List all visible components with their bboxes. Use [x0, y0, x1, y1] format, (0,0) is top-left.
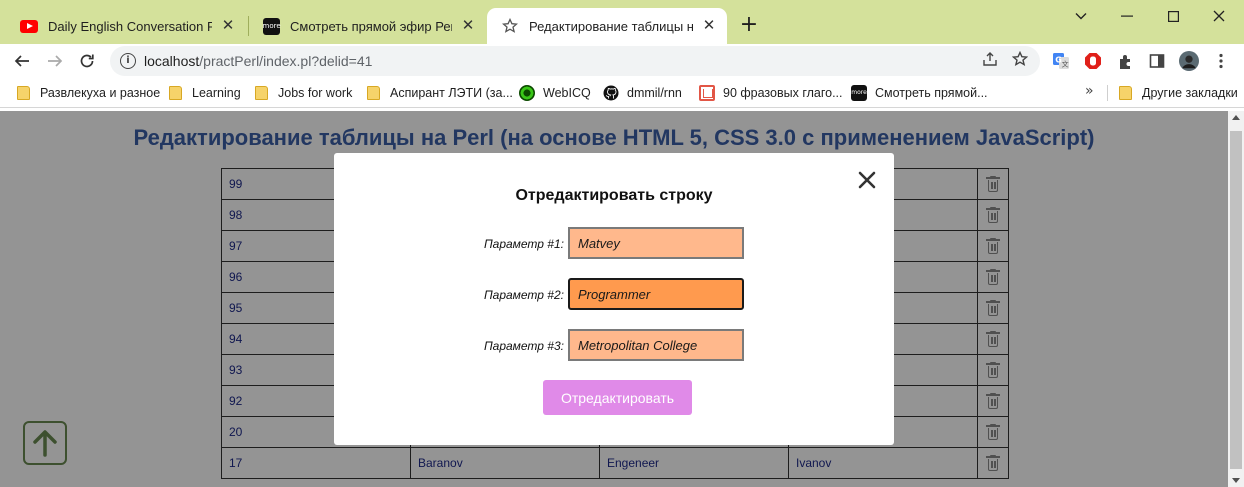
tab-active-perl[interactable]: Редактирование таблицы на Perl ✕: [487, 8, 727, 44]
bookmark-label: WebICQ: [543, 86, 591, 100]
back-button[interactable]: [8, 47, 36, 75]
reload-button[interactable]: [73, 47, 101, 75]
adblock-icon[interactable]: [1083, 51, 1103, 71]
icq-icon: [519, 85, 535, 101]
close-icon[interactable]: ✕: [701, 18, 717, 34]
extensions-icon[interactable]: [1115, 51, 1135, 71]
page-scrollbar[interactable]: [1228, 111, 1244, 487]
menu-dots-icon[interactable]: [1211, 51, 1231, 71]
tab-rentv[interactable]: more Смотреть прямой эфир РенТВ онлайн ✕: [248, 8, 486, 44]
folder-icon: [168, 85, 184, 101]
folder-icon: [1118, 85, 1134, 101]
close-window-button[interactable]: [1196, 4, 1242, 28]
tab-search-icon[interactable]: [1058, 4, 1104, 28]
github-icon: [603, 85, 619, 101]
scroll-thumb[interactable]: [1230, 131, 1242, 469]
folder-icon: [254, 85, 270, 101]
forward-button[interactable]: [41, 47, 69, 75]
bookmark-folder-jobs[interactable]: Jobs for work: [254, 84, 352, 102]
youtube-icon: [20, 17, 38, 35]
share-icon[interactable]: [980, 51, 1000, 71]
close-icon[interactable]: ✕: [220, 18, 236, 34]
side-panel-icon[interactable]: [1147, 51, 1167, 71]
param1-label: Параметр #1:: [483, 237, 564, 251]
submit-edit-button[interactable]: Отредактировать: [543, 380, 692, 415]
tab-title: Daily English Conversation Practice: [48, 18, 212, 34]
dialog-title: Отредактировать строку: [515, 187, 713, 204]
scroll-down-arrow[interactable]: [1232, 478, 1240, 483]
bookmark-more-tv[interactable]: more Смотреть прямой...: [851, 84, 988, 102]
bookmarks-bar: Развлекуха и разное Learning Jobs for wo…: [0, 78, 1244, 108]
folder-icon: [366, 85, 382, 101]
bookmark-label: Смотреть прямой...: [875, 86, 988, 100]
bookmark-label: Другие закладки: [1142, 86, 1238, 100]
new-tab-button[interactable]: +: [738, 14, 760, 36]
param2-input[interactable]: [568, 278, 744, 310]
more-tv-icon: more: [262, 17, 281, 35]
close-icon[interactable]: ✕: [460, 18, 476, 34]
page-viewport: Редактирование таблицы на Perl (на основ…: [0, 111, 1244, 487]
bookmark-github-rnn[interactable]: dmmil/rnn: [603, 84, 682, 102]
edit-row-dialog: Отредактировать строку Параметр #1: Пара…: [334, 153, 894, 445]
avatar[interactable]: [1179, 51, 1199, 71]
bookmark-label: Learning: [192, 86, 241, 100]
bookmark-folder-learning[interactable]: Learning: [168, 84, 241, 102]
folder-icon: [16, 85, 32, 101]
more-tv-icon: more: [851, 85, 867, 101]
bookmarks-separator: [1107, 85, 1108, 101]
url-text[interactable]: localhost/practPerl/index.pl?delid=41: [144, 53, 372, 69]
svg-text:文: 文: [1062, 60, 1069, 69]
field-row-param1: Параметр #1:: [334, 227, 894, 261]
bookmarks-overflow-button[interactable]: »: [1085, 83, 1094, 99]
param2-label: Параметр #2:: [483, 288, 564, 302]
param1-input[interactable]: [568, 227, 744, 259]
tab-title: Редактирование таблицы на Perl: [529, 18, 693, 34]
url-path: /practPerl/index.pl?delid=41: [199, 53, 373, 69]
bookmark-label: Jobs for work: [278, 86, 353, 100]
field-row-param3: Параметр #3:: [334, 329, 894, 363]
bookmark-webicq[interactable]: WebICQ: [519, 84, 591, 102]
tab-strip: Daily English Conversation Practice ✕ mo…: [0, 0, 1244, 44]
param3-input[interactable]: [568, 329, 744, 361]
field-row-param2: Параметр #2:: [334, 278, 894, 312]
bookmark-star-icon[interactable]: [1010, 50, 1030, 71]
star-icon: [501, 17, 519, 35]
info-icon[interactable]: i: [120, 53, 136, 69]
minimize-button[interactable]: [1104, 4, 1150, 28]
tab-youtube[interactable]: Daily English Conversation Practice ✕: [6, 8, 246, 44]
bookmark-folder-aspirant[interactable]: Аспирант ЛЭТИ (за...: [366, 84, 513, 102]
tab-title: Смотреть прямой эфир РенТВ онлайн: [290, 18, 452, 34]
google-translate-icon[interactable]: G文: [1051, 51, 1071, 71]
bookmark-label: Аспирант ЛЭТИ (за...: [390, 86, 513, 100]
verbs-icon: [699, 85, 715, 101]
bookmark-label: 90 фразовых глаго...: [723, 86, 843, 100]
bookmark-folder-entertainment[interactable]: Развлекуха и разное: [16, 84, 160, 102]
maximize-button[interactable]: [1150, 4, 1196, 28]
bookmark-label: dmmil/rnn: [627, 86, 682, 100]
scroll-up-arrow[interactable]: [1232, 115, 1240, 120]
browser-toolbar: i localhost/practPerl/index.pl?delid=41 …: [0, 44, 1244, 78]
param3-label: Параметр #3:: [483, 339, 564, 353]
bookmark-folder-other[interactable]: Другие закладки: [1118, 84, 1238, 102]
bookmark-label: Развлекуха и разное: [40, 86, 161, 100]
bookmark-phrasal-verbs[interactable]: 90 фразовых глаго...: [699, 84, 843, 102]
address-bar[interactable]: i localhost/practPerl/index.pl?delid=41: [110, 46, 1040, 76]
url-host: localhost: [144, 53, 200, 69]
